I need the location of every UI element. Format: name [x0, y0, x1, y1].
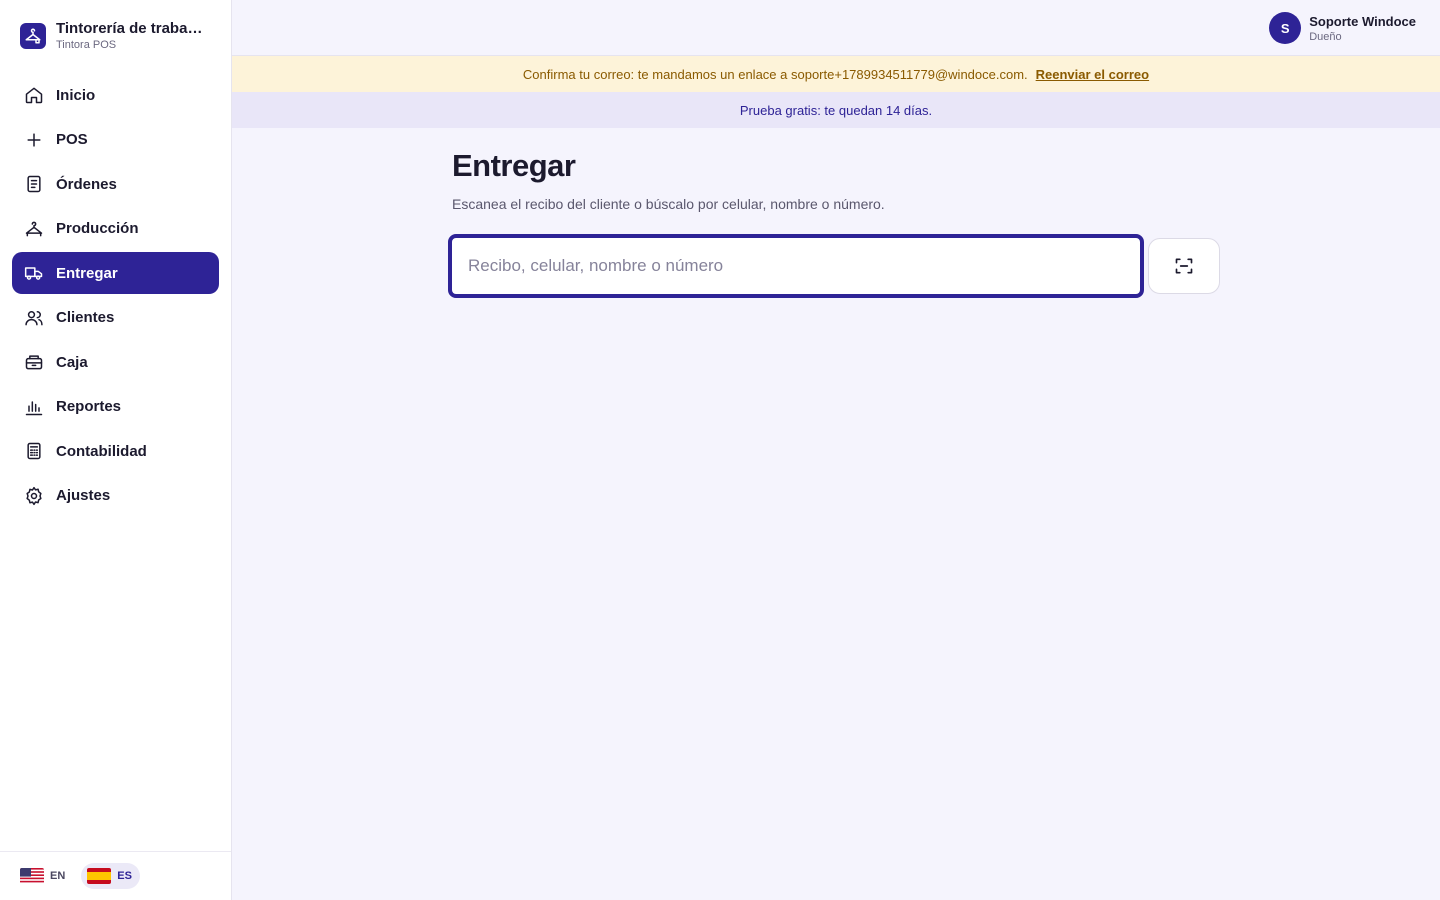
brand-subtitle: Tintora POS [56, 39, 117, 51]
receipt-icon [27, 175, 41, 193]
user-menu[interactable]: S Soporte Windoce Dueño [1269, 12, 1416, 44]
sidebar: Tintorería de trabaj… Tintora POS Inicio… [0, 0, 232, 900]
users-icon [25, 310, 43, 325]
page-subtitle: Escanea el recibo del cliente o búscalo … [452, 196, 885, 212]
sidebar-item-label: POS [56, 131, 88, 148]
sidebar-nav: Inicio POS Órdenes Producción Entregar C… [12, 74, 219, 519]
bar-chart-icon [25, 400, 43, 415]
hanger-logo-icon [20, 22, 46, 49]
search-input[interactable] [448, 234, 1144, 298]
avatar: S [1269, 12, 1302, 44]
sidebar-item-label: Contabilidad [56, 442, 147, 460]
sidebar-item-label: Inicio [56, 86, 96, 104]
sidebar-item-entregar[interactable]: Entregar [12, 252, 219, 294]
main-content: Entregar Escanea el recibo del cliente o… [448, 148, 1222, 298]
email-confirm-text: Confirma tu correo: te mandamos un enlac… [522, 66, 1028, 82]
top-bar: S Soporte Windoce Dueño [232, 0, 1440, 56]
hanger-icon [25, 221, 43, 236]
sidebar-item-produccion[interactable]: Producción [12, 208, 219, 250]
sidebar-item-label: Ajustes [56, 487, 111, 504]
sidebar-item-ajustes[interactable]: Ajustes [12, 475, 219, 517]
trial-banner: Prueba gratis: te quedan 14 días. [232, 92, 1440, 128]
sidebar-item-ordenes[interactable]: Órdenes [12, 163, 219, 205]
sidebar-item-label: Clientes [56, 309, 115, 326]
user-name: Soporte Windoce [1309, 13, 1416, 29]
language-switcher: EN ES [0, 851, 231, 900]
sidebar-item-inicio[interactable]: Inicio [12, 74, 219, 116]
home-icon [25, 87, 43, 104]
email-confirm-banner: Confirma tu correo: te mandamos un enlac… [232, 56, 1440, 92]
sidebar-item-label: Entregar [56, 264, 118, 282]
sidebar-item-label: Reportes [56, 398, 122, 415]
sidebar-item-clientes[interactable]: Clientes [12, 297, 219, 339]
page-title: Entregar [452, 148, 576, 183]
language-option-en[interactable]: EN [18, 863, 73, 889]
sidebar-item-pos[interactable]: POS [12, 119, 219, 161]
language-option-es[interactable]: ES [81, 863, 140, 889]
sidebar-item-label: Órdenes [56, 175, 117, 193]
user-role: Dueño [1309, 30, 1342, 43]
scan-icon [1175, 258, 1193, 274]
scan-button[interactable] [1148, 238, 1220, 294]
trial-text: Prueba gratis: te quedan 14 días. [739, 102, 933, 118]
brand[interactable]: Tintorería de trabaj… Tintora POS [20, 20, 220, 51]
es-flag-icon [87, 868, 112, 884]
gear-icon [26, 486, 42, 505]
brand-name: Tintorería de trabaj… [56, 20, 206, 37]
sidebar-item-caja[interactable]: Caja [12, 341, 219, 383]
language-code: EN [50, 870, 66, 882]
language-code: ES [117, 870, 132, 882]
resend-email-link[interactable]: Reenviar el correo [1036, 67, 1149, 82]
truck-icon [24, 267, 43, 280]
plus-icon [27, 132, 41, 147]
sidebar-item-reportes[interactable]: Reportes [12, 386, 219, 428]
sidebar-item-contabilidad[interactable]: Contabilidad [12, 430, 219, 472]
sidebar-item-label: Producción [56, 220, 139, 237]
us-flag-icon [20, 868, 44, 884]
search-row [448, 234, 1222, 298]
calculator-icon [27, 442, 41, 460]
register-icon [25, 355, 43, 370]
sidebar-item-label: Caja [56, 353, 88, 371]
